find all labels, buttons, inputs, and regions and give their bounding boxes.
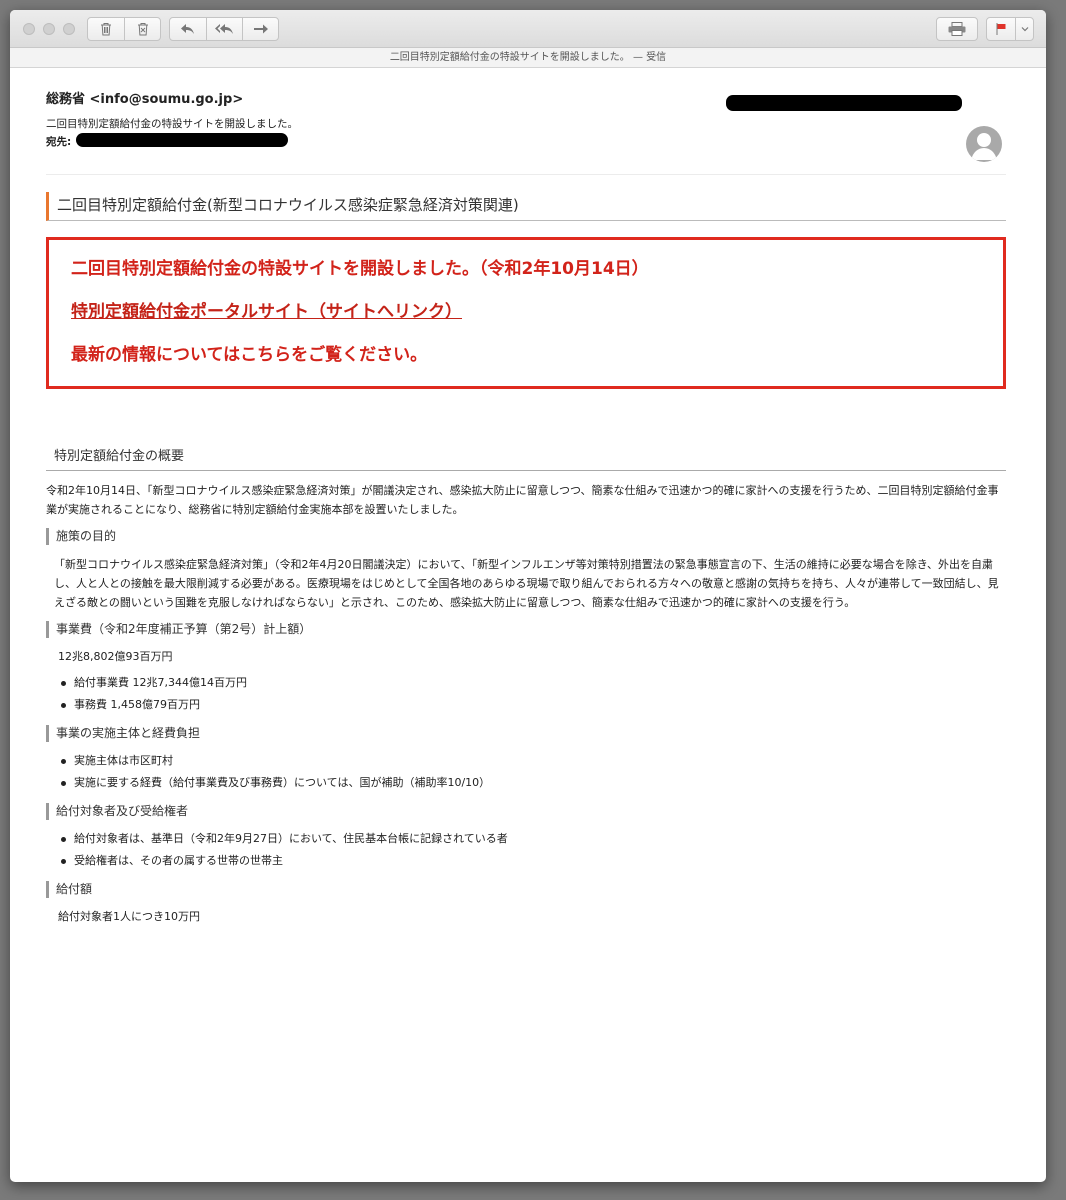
list-item: 事務費 1,458億79百万円 [58, 694, 1006, 716]
budget-list: 給付事業費 12兆7,344億14百万円 事務費 1,458億79百万円 [46, 672, 1006, 716]
reply-button[interactable] [170, 18, 206, 40]
notice-line-3: 最新の情報についてはこちらをご覧ください。 [71, 345, 428, 365]
mail-window: 二回目特別定額給付金の特設サイトを開設しました。 — 受信 総務省 <info@… [10, 10, 1046, 1182]
junk-button[interactable] [124, 18, 160, 40]
junk-icon [137, 23, 148, 36]
target-list: 給付対象者は、基準日（令和2年9月27日）において、住民基本台帳に記録されている… [46, 828, 1006, 872]
minimize-window-button[interactable] [43, 23, 55, 35]
entity-heading: 事業の実施主体と経費負担 [46, 725, 1006, 742]
close-window-button[interactable] [23, 23, 35, 35]
delete-junk-group [87, 17, 161, 41]
flag-icon [996, 23, 1006, 35]
notice-box: 二回目特別定額給付金の特設サイトを開設しました。（令和2年10月14日） 特別定… [46, 237, 1006, 389]
zoom-window-button[interactable] [63, 23, 75, 35]
target-heading: 給付対象者及び受給権者 [46, 803, 1006, 820]
reply-all-icon [214, 24, 233, 34]
reply-group [169, 17, 279, 41]
redacted-recipient [76, 133, 288, 147]
reply-icon [181, 24, 194, 34]
overview-text: 令和2年10月14日、「新型コロナウイルス感染症緊急経済対策」が閣議決定され、感… [46, 484, 999, 516]
amount-heading: 給付額 [46, 881, 1006, 898]
header-divider [46, 174, 1006, 175]
redacted-date [726, 95, 962, 111]
list-item: 受給権者は、その者の属する世帯の世帯主 [58, 850, 1006, 872]
list-item: 実施に要する経費（給付事業費及び事務費）については、国が補助（補助率10/10） [58, 772, 1006, 794]
notice-line-1: 二回目特別定額給付金の特設サイトを開設しました。（令和2年10月14日） [71, 259, 649, 279]
subject: 二回目特別定額給付金の特設サイトを開設しました。 [46, 118, 298, 130]
window-title: 二回目特別定額給付金の特設サイトを開設しました。 — 受信 [10, 48, 1046, 68]
budget-heading: 事業費（令和2年度補正予算（第2号）計上額） [46, 621, 1006, 638]
portal-link[interactable]: 特別定額給付金ポータルサイト（サイトへリンク） [71, 297, 462, 322]
delete-button[interactable] [88, 18, 124, 40]
print-icon [948, 22, 966, 36]
print-button[interactable] [936, 17, 978, 41]
flag-menu-button[interactable] [1015, 18, 1033, 40]
overview-title: 特別定額給付金の概要 [46, 445, 1006, 471]
list-item: 給付事業費 12兆7,344億14百万円 [58, 672, 1006, 694]
person-icon [971, 133, 997, 160]
list-item: 給付対象者は、基準日（令和2年9月27日）において、住民基本台帳に記録されている… [58, 828, 1006, 850]
avatar [966, 126, 1002, 162]
chevron-down-icon [1021, 27, 1028, 32]
message-body: 二回目特別定額給付金(新型コロナウイルス感染症緊急経済対策関連) 二回目特別定額… [46, 184, 1006, 924]
entity-list: 実施主体は市区町村 実施に要する経費（給付事業費及び事務費）については、国が補助… [46, 750, 1006, 794]
list-item: 実施主体は市区町村 [58, 750, 1006, 772]
budget-amount: 12兆8,802億93百万円 [58, 650, 173, 663]
purpose-text: 「新型コロナウイルス感染症緊急経済対策」（令和2年4月20日閣議決定）において、… [54, 558, 999, 609]
trash-icon [101, 23, 111, 36]
amount-text: 給付対象者1人につき10万円 [58, 910, 200, 923]
flag-group [986, 17, 1034, 41]
forward-button[interactable] [242, 18, 278, 40]
purpose-heading: 施策の目的 [46, 528, 1006, 545]
forward-icon [253, 24, 268, 34]
section-title: 二回目特別定額給付金(新型コロナウイルス感染症緊急経済対策関連) [46, 192, 1006, 221]
flag-button[interactable] [987, 18, 1015, 40]
to-label: 宛先: [46, 136, 72, 148]
toolbar [10, 10, 1046, 48]
sender[interactable]: 総務省 <info@soumu.go.jp> [46, 88, 243, 107]
reply-all-button[interactable] [206, 18, 242, 40]
